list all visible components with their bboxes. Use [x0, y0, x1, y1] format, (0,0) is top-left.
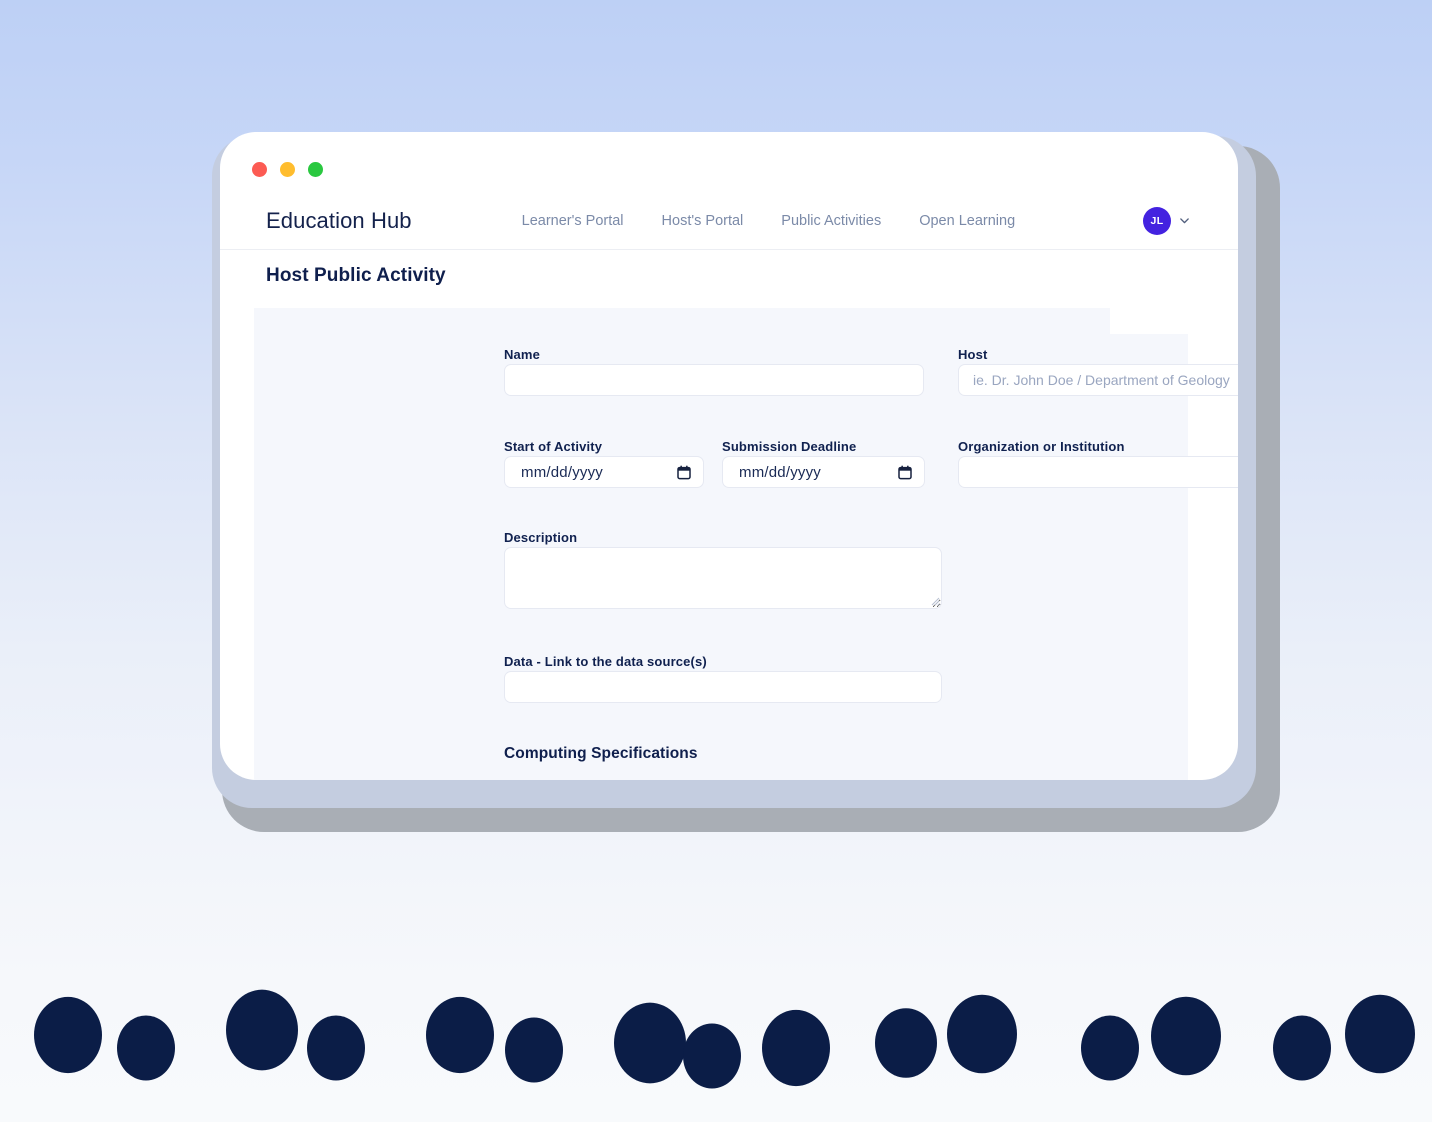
maximize-window-button[interactable] — [308, 162, 323, 177]
main-navigation: Learner's Portal Host's Portal Public Ac… — [522, 213, 1016, 229]
host-label: Host — [958, 347, 988, 362]
page-background: Education Hub Learner's Portal Host's Po… — [0, 0, 1432, 1122]
submission-deadline-date-value: mm/dd/yyyy — [739, 463, 822, 481]
calendar-icon[interactable] — [898, 465, 912, 480]
host-input[interactable] — [958, 364, 1238, 396]
name-label: Name — [504, 347, 541, 362]
calendar-icon[interactable] — [677, 465, 691, 480]
description-label: Description — [504, 530, 578, 545]
crowd-silhouette-decoration — [34, 989, 1415, 1089]
app-header: Education Hub Learner's Portal Host's Po… — [220, 192, 1238, 250]
start-of-activity-label: Start of Activity — [504, 439, 603, 454]
data-link-label: Data - Link to the data source(s) — [504, 654, 707, 669]
account-menu[interactable]: JL — [1143, 206, 1190, 235]
submission-deadline-label: Submission Deadline — [722, 439, 857, 454]
computing-specifications-heading: Computing Specifications — [504, 745, 698, 762]
browser-window: Education Hub Learner's Portal Host's Po… — [220, 132, 1238, 780]
organization-label: Organization or Institution — [958, 439, 1125, 454]
nav-item-learners-portal[interactable]: Learner's Portal — [522, 213, 624, 229]
page-title: Host Public Activity — [266, 265, 446, 286]
window-controls — [252, 162, 323, 177]
close-window-button[interactable] — [252, 162, 267, 177]
chevron-down-icon — [1180, 218, 1189, 224]
nav-item-open-learning[interactable]: Open Learning — [919, 213, 1015, 229]
description-textarea[interactable] — [504, 547, 942, 609]
nav-item-public-activities[interactable]: Public Activities — [781, 213, 881, 229]
data-link-input[interactable] — [504, 671, 942, 703]
nav-item-hosts-portal[interactable]: Host's Portal — [662, 213, 744, 229]
host-public-activity-form: Name Host Start of Activity mm/dd/yyyy S… — [254, 308, 1238, 780]
submission-deadline-date-input[interactable]: mm/dd/yyyy — [722, 456, 925, 488]
app-brand-title: Education Hub — [266, 207, 412, 233]
minimize-window-button[interactable] — [280, 162, 295, 177]
start-of-activity-date-value: mm/dd/yyyy — [521, 463, 604, 481]
organization-input[interactable] — [958, 456, 1238, 488]
avatar[interactable]: JL — [1143, 206, 1171, 235]
name-input[interactable] — [504, 364, 924, 396]
start-of-activity-date-input[interactable]: mm/dd/yyyy — [504, 456, 704, 488]
